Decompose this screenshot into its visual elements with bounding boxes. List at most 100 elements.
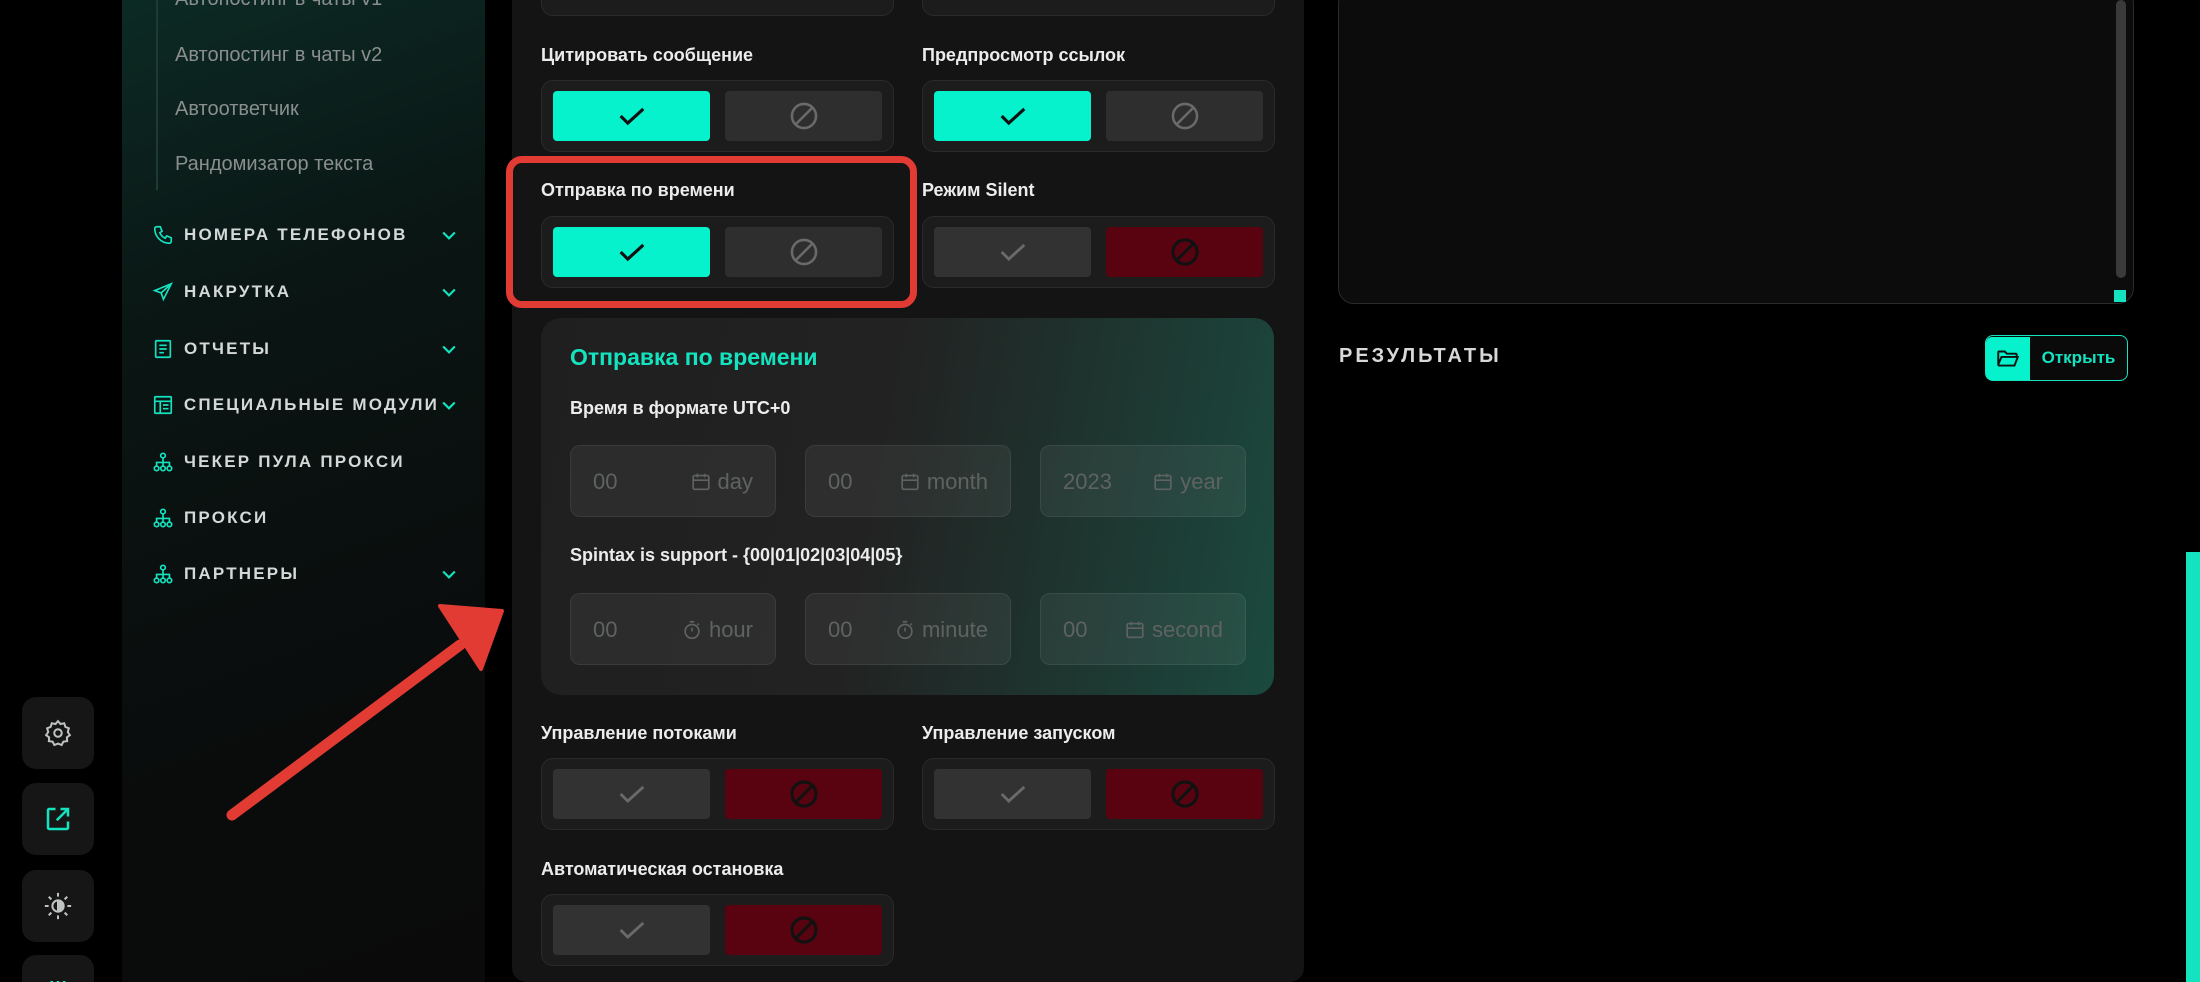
link-preview-yes-button[interactable] <box>934 91 1091 141</box>
sidebar: Автопостинг в чаты v1 Автопостинг в чаты… <box>122 0 485 982</box>
left-rail <box>0 0 122 982</box>
report-icon <box>150 336 176 362</box>
hour-suffix: hour <box>708 617 753 642</box>
modules-icon <box>150 392 176 418</box>
chevron-down-icon[interactable] <box>439 339 459 359</box>
stopwatch-icon <box>684 620 700 640</box>
forbidden-icon <box>1170 780 1199 808</box>
sidebar-item-reports[interactable]: ОТЧЕТЫ <box>150 334 459 364</box>
external-link-icon <box>46 807 70 831</box>
page-scrollbar[interactable] <box>2186 552 2200 982</box>
forbidden-icon <box>1170 238 1199 266</box>
network-icon <box>150 505 176 531</box>
textarea-resize-handle[interactable] <box>2114 290 2126 302</box>
sidebar-item-label: ОТЧЕТЫ <box>184 339 272 358</box>
month-suffix: month <box>926 469 988 494</box>
scheduled-send-panel: Отправка по времени Время в формате UTC+… <box>541 318 1274 695</box>
external-link-button[interactable] <box>22 783 94 855</box>
day-input[interactable]: 00 day <box>570 445 776 517</box>
auto-stop-label: Автоматическая остановка <box>541 859 784 879</box>
quote-message-toggle <box>541 80 894 152</box>
sidebar-item-label: ПРОКСИ <box>184 508 269 527</box>
scheduled-send-title: Отправка по времени <box>570 344 818 370</box>
forbidden-icon <box>790 102 817 130</box>
chevron-down-icon[interactable] <box>439 564 459 584</box>
second-input[interactable]: 00 second <box>1040 593 1246 665</box>
silent-mode-label: Режим Silent <box>922 180 1035 200</box>
quote-message-yes-button[interactable] <box>553 91 710 141</box>
hour-placeholder: 00 <box>593 617 618 642</box>
thread-control-yes-button[interactable] <box>553 769 710 819</box>
textarea-scrollbar[interactable] <box>2116 0 2126 278</box>
day-suffix: day <box>717 469 753 494</box>
time-format-label: Время в формате UTC+0 <box>570 398 791 418</box>
sidebar-subitem-text-randomizer[interactable]: Рандомизатор текста <box>175 153 373 176</box>
launch-control-no-button[interactable] <box>1106 769 1263 819</box>
sidebar-item-label: ПАРТНЕРЫ <box>184 564 300 583</box>
sidebar-item-proxy[interactable]: ПРОКСИ <box>150 503 459 533</box>
second-placeholder: 00 <box>1063 617 1088 642</box>
link-preview-no-button[interactable] <box>1106 91 1263 141</box>
second-suffix: second <box>1152 617 1223 642</box>
auto-stop-yes-button[interactable] <box>553 905 710 955</box>
thread-control-label: Управление потоками <box>541 723 737 743</box>
month-input[interactable]: 00 month <box>805 445 1011 517</box>
day-placeholder: 00 <box>593 469 618 494</box>
quote-message-no-button[interactable] <box>725 91 882 141</box>
link-preview-toggle <box>922 80 1275 152</box>
forbidden-icon <box>789 916 818 944</box>
grid-button[interactable] <box>22 955 94 982</box>
launch-control-yes-button[interactable] <box>934 769 1091 819</box>
sidebar-item-label: НАКРУТКА <box>184 282 292 301</box>
check-icon <box>1000 107 1025 126</box>
chevron-down-icon[interactable] <box>439 282 459 302</box>
silent-mode-toggle <box>922 216 1275 288</box>
forbidden-icon <box>1171 102 1198 130</box>
sidebar-item-phone-numbers[interactable]: НОМЕРА ТЕЛЕФОНОВ <box>150 220 459 250</box>
network-icon <box>150 561 176 587</box>
calendar-icon <box>691 473 710 491</box>
month-placeholder: 00 <box>828 469 853 494</box>
sidebar-item-proxy-pool-checker[interactable]: ЧЕКЕР ПУЛА ПРОКСИ <box>150 447 459 477</box>
thread-control-toggle <box>541 758 894 830</box>
year-suffix: year <box>1180 469 1223 494</box>
settings-button[interactable] <box>22 697 94 769</box>
message-textarea[interactable] <box>1338 0 2134 304</box>
open-results-button[interactable]: Открыть <box>1985 335 2128 381</box>
sidebar-item-label: ЧЕКЕР ПУЛА ПРОКСИ <box>184 452 405 471</box>
network-icon <box>150 449 176 475</box>
check-icon <box>619 785 644 804</box>
year-placeholder: 2023 <box>1063 469 1112 494</box>
sidebar-item-partners[interactable]: ПАРТНЕРЫ <box>150 559 459 589</box>
columns-icon <box>50 981 66 982</box>
silent-mode-yes-button[interactable] <box>934 227 1091 277</box>
sidebar-item-special-modules[interactable]: СПЕЦИАЛЬНЫЕ МОДУЛИ <box>150 390 459 420</box>
launch-control-label: Управление запуском <box>922 723 1116 743</box>
auto-stop-no-button[interactable] <box>725 905 882 955</box>
chevron-down-icon[interactable] <box>439 395 459 415</box>
check-icon <box>1000 785 1025 804</box>
settings-icon <box>44 719 72 747</box>
stopwatch-icon <box>897 620 913 640</box>
open-results-label: Открыть <box>2041 348 2116 367</box>
auto-stop-toggle <box>541 894 894 966</box>
sidebar-item-boost[interactable]: НАКРУТКА <box>150 277 459 307</box>
hour-input[interactable]: 00 hour <box>570 593 776 665</box>
spintax-label: Spintax is support - {00|01|02|03|04|05} <box>570 545 903 565</box>
silent-mode-no-button[interactable] <box>1106 227 1263 277</box>
sidebar-subitem-autoposting-v1[interactable]: Автопостинг в чаты v1 <box>175 0 382 11</box>
sidebar-subitem-autoposting-v2[interactable]: Автопостинг в чаты v2 <box>175 44 382 67</box>
toggle-partial <box>922 0 1275 16</box>
chevron-down-icon[interactable] <box>439 225 459 245</box>
toggle-partial <box>541 0 894 16</box>
thread-control-no-button[interactable] <box>725 769 882 819</box>
minute-input[interactable]: 00 minute <box>805 593 1011 665</box>
calendar-icon <box>901 473 919 491</box>
sidebar-subitem-autoresponder[interactable]: Автоответчик <box>175 98 299 121</box>
folder-open-icon <box>1986 336 2030 380</box>
forbidden-icon <box>789 780 818 808</box>
check-icon <box>619 921 644 940</box>
theme-toggle-button[interactable] <box>22 870 94 942</box>
year-input[interactable]: 2023 year <box>1040 445 1246 517</box>
sidebar-item-label: СПЕЦИАЛЬНЫЕ МОДУЛИ <box>183 395 440 414</box>
